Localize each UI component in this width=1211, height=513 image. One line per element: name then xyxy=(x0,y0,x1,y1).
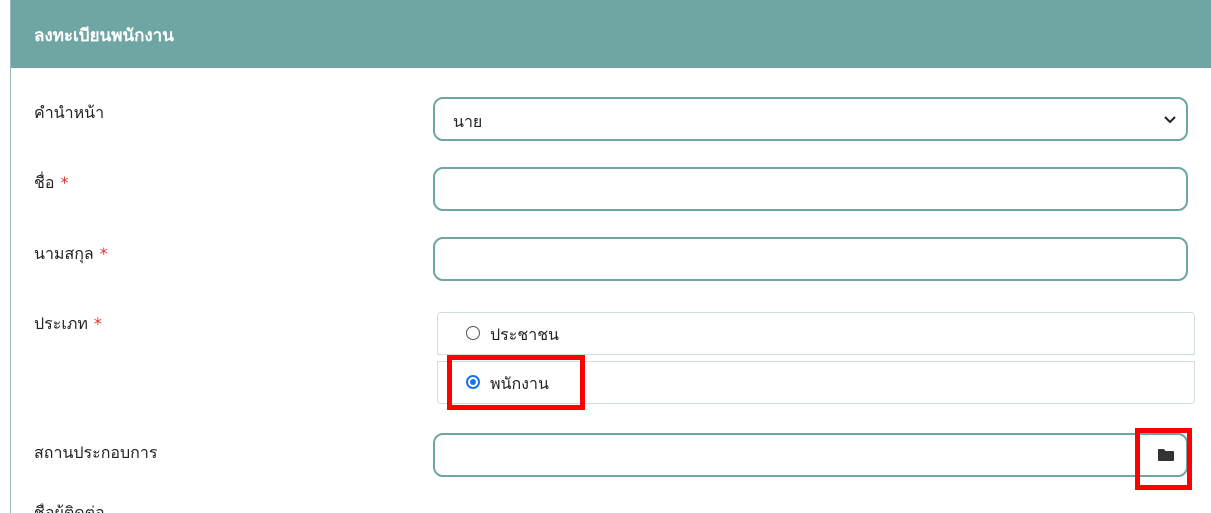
prefix-select-value: นาย xyxy=(453,112,483,131)
last-name-input[interactable] xyxy=(433,237,1188,281)
required-mark: * xyxy=(93,314,102,333)
radio-label-employee: พนักงาน xyxy=(490,374,549,393)
radio-option-employee[interactable]: พนักงาน xyxy=(437,361,1195,404)
prefix-label: คำนำหน้า xyxy=(34,101,104,126)
radio-button-employee[interactable] xyxy=(466,375,480,389)
prefix-select[interactable]: นาย xyxy=(433,97,1188,141)
prefix-label-text: คำนำหน้า xyxy=(34,103,105,122)
radio-label-citizen: ประชาชน xyxy=(490,325,559,344)
contact-name-label: ชื่อผู้ติดต่อ xyxy=(34,503,105,513)
type-label: ประเภท * xyxy=(34,312,102,337)
chevron-down-icon xyxy=(1164,116,1176,124)
establishment-label-text: สถานประกอบการ xyxy=(34,443,158,462)
last-name-label: นามสกุล * xyxy=(34,242,108,267)
first-name-label-text: ชื่อ xyxy=(34,173,55,192)
required-mark: * xyxy=(60,173,69,192)
panel-title: ลงทะเบียนพนักงาน xyxy=(34,26,174,46)
first-name-input[interactable] xyxy=(433,167,1188,211)
radio-button-citizen[interactable] xyxy=(466,326,480,340)
establishment-input[interactable] xyxy=(433,433,1188,477)
last-name-label-text: นามสกุล xyxy=(34,244,94,263)
panel-header: ลงทะเบียนพนักงาน xyxy=(11,0,1211,68)
type-label-text: ประเภท xyxy=(34,314,88,333)
required-mark: * xyxy=(99,244,108,263)
establishment-label: สถานประกอบการ xyxy=(34,441,157,466)
radio-option-citizen[interactable]: ประชาชน xyxy=(437,312,1195,355)
folder-icon xyxy=(1158,449,1174,461)
browse-establishment-button[interactable] xyxy=(1144,435,1186,475)
first-name-label: ชื่อ * xyxy=(34,171,68,196)
registration-panel: ลงทะเบียนพนักงาน คำนำหน้า นาย ชื่อ * นามส… xyxy=(10,0,1211,513)
